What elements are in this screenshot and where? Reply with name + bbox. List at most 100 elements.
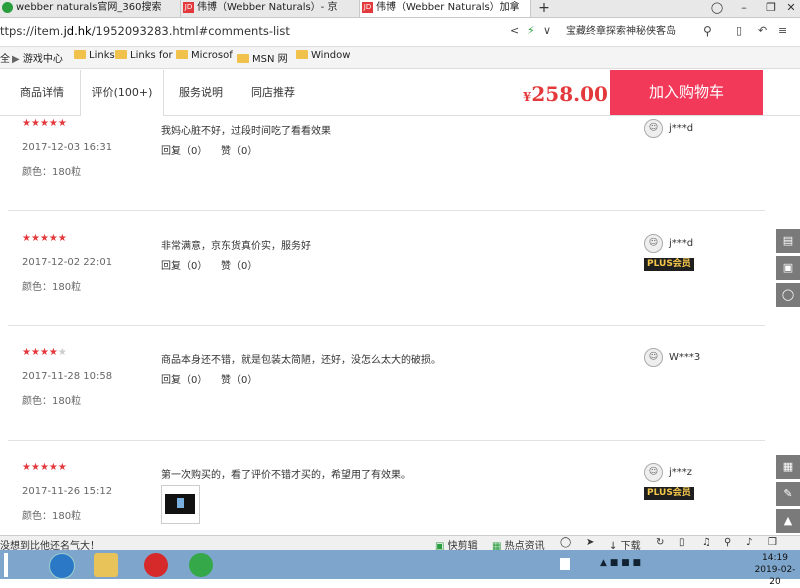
like-button[interactable]: 赞（0） [221, 142, 257, 157]
skin-icon[interactable]: ◯ [704, 0, 730, 17]
cursor-icon[interactable]: ➤ [586, 537, 594, 548]
jd-favicon-icon: JD [183, 1, 194, 13]
bookmark-label: 游戏中心 [22, 54, 63, 65]
star-filled-icon: ★ [39, 462, 49, 473]
tab-product-details[interactable]: 商品详情 [8, 70, 76, 115]
product-nav-bar: 商品详情 评价(100+) 服务说明 同店推荐 ¥258.00 加入购物车 [0, 70, 800, 116]
bookmark-windows[interactable]: Window [296, 50, 350, 61]
red-app-icon[interactable] [144, 553, 168, 577]
star-filled-icon: ★ [48, 118, 58, 129]
url-input[interactable]: ttps://item.jd.hk/1952093283.html#commen… [0, 24, 290, 38]
star-filled-icon: ★ [30, 118, 40, 129]
refresh-icon[interactable]: ↻ [656, 537, 664, 548]
user-avatar: ☺ [644, 463, 663, 482]
internet-explorer-icon[interactable] [49, 553, 75, 579]
comment-date: 2017-12-03 16:31 [22, 142, 113, 153]
address-bar: ttps://item.jd.hk/1952093283.html#commen… [0, 18, 800, 47]
clock-time: 14:19 [762, 553, 788, 563]
star-filled-icon: ★ [30, 462, 40, 473]
folder-icon [74, 50, 86, 59]
browser-tab-1[interactable]: webber naturals官网_360搜索 [0, 0, 181, 17]
trash-icon[interactable]: ▯ [679, 537, 685, 548]
share-icon[interactable]: < [510, 24, 519, 37]
feedback-icon[interactable]: ▤ [776, 229, 800, 253]
tab-reviews[interactable]: 评价(100+) [80, 70, 164, 116]
clock-date: 2019-02-20 [754, 565, 796, 587]
tab-service[interactable]: 服务说明 [168, 70, 234, 115]
product-attribute: 颜色：180粒 [22, 511, 82, 522]
product-attribute: 颜色：180粒 [22, 282, 82, 293]
bookmark-apps[interactable]: 全 [0, 50, 10, 65]
chat-icon[interactable]: ◯ [776, 283, 800, 307]
search-input[interactable]: 宝藏终章探索神秘侠客岛 [566, 23, 712, 40]
lightning-icon[interactable]: ⚡ [527, 24, 535, 37]
folder-icon [296, 50, 308, 59]
file-explorer-icon[interactable] [94, 553, 118, 577]
like-button[interactable]: 赞（0） [221, 371, 257, 386]
add-to-cart-button[interactable]: 加入购物车 [610, 70, 763, 115]
rating-stars: ★★★★★ [22, 347, 67, 358]
mute-icon[interactable]: ♫ [702, 537, 711, 548]
bookmark-label: Window [311, 50, 351, 61]
ticket-icon[interactable]: ▣ [776, 256, 800, 280]
system-clock[interactable]: 14:19 2019-02-20 [752, 552, 798, 588]
reply-button[interactable]: 回复（0） [161, 257, 207, 272]
review-photo-thumbnail[interactable] [161, 485, 200, 524]
comment-item: ★★★★★ 2017-11-28 10:58 颜色：180粒 商品本身还不错，就… [0, 326, 765, 441]
fullscreen-icon[interactable]: ❒ [768, 537, 777, 548]
star-filled-icon: ★ [48, 347, 58, 358]
url-path: /1952093283.html#comments-list [91, 24, 290, 38]
user-avatar: ☺ [644, 348, 663, 367]
minimize-icon[interactable]: – [731, 0, 757, 17]
like-button[interactable]: 赞（0） [221, 257, 257, 272]
sound-icon[interactable]: ♪ [746, 537, 752, 548]
plus-member-badge: PLUS会员 [644, 487, 694, 500]
bookmark-game-center[interactable]: ▶ 游戏中心 [12, 50, 63, 65]
star-filled-icon: ★ [57, 233, 67, 244]
tab-store-recommend[interactable]: 同店推荐 [238, 70, 308, 115]
reply-button[interactable]: 回复（0） [161, 142, 207, 157]
browser-status-bar: 没想到比他还名气大！ ▣ 快剪辑 ▦ 热点资讯 ◯ ➤ ↓ 下载 ↻ ▯ ♫ ⚲… [0, 535, 800, 552]
chevron-down-icon[interactable]: ∨ [543, 24, 551, 37]
product-attribute: 颜色：180粒 [22, 396, 82, 407]
tab-title: 伟博（Webber Naturals）加拿 [376, 2, 520, 13]
phone-icon[interactable]: ▯ [736, 24, 742, 37]
bookmark-links[interactable]: Links [74, 50, 115, 61]
url-domain: jd.hk [63, 24, 92, 38]
search-icon[interactable]: ⚲ [703, 24, 712, 38]
star-filled-icon: ★ [39, 118, 49, 129]
star-filled-icon: ★ [22, 347, 31, 358]
price-value: 258.00 [531, 82, 608, 106]
undo-icon[interactable]: ↶ [758, 24, 767, 37]
browser-tab-2[interactable]: JD 伟博（Webber Naturals）- 京 [181, 0, 360, 17]
browser-360-icon[interactable] [189, 553, 213, 577]
windows-taskbar: ▲ ■ ■ ■ 14:19 2019-02-20 [0, 550, 800, 587]
star-filled-icon: ★ [57, 118, 67, 129]
bookmark-links-for[interactable]: Links for [115, 50, 173, 61]
reply-button[interactable]: 回复（0） [161, 371, 207, 386]
close-icon[interactable]: ✕ [782, 0, 800, 17]
grid-icon[interactable]: ▦ [776, 455, 800, 479]
star-filled-icon: ★ [22, 462, 31, 473]
edit-icon[interactable]: ✎ [776, 482, 800, 506]
star-filled-icon: ★ [39, 347, 49, 358]
start-button[interactable] [4, 553, 8, 577]
rating-stars: ★★★★★ [22, 462, 67, 473]
user-name: j***d [669, 123, 694, 134]
search-favicon-icon [2, 1, 13, 13]
browser-tab-3-active[interactable]: JD 伟博（Webber Naturals）加拿 [360, 0, 531, 17]
zoom-icon[interactable]: ⚲ [724, 537, 731, 548]
url-prefix: ttps://item. [0, 24, 64, 38]
star-filled-icon: ★ [48, 233, 58, 244]
new-tab-button[interactable]: + [531, 0, 557, 17]
input-method-icon[interactable] [560, 558, 570, 570]
restore-icon[interactable]: ❐ [758, 0, 784, 17]
speed-icon[interactable]: ◯ [560, 537, 571, 548]
bookmark-msn[interactable]: MSN 网 [237, 50, 288, 65]
user-name: j***z [669, 467, 693, 478]
bookmark-microsoft[interactable]: Microsof [176, 50, 233, 61]
menu-icon[interactable]: ≡ [778, 24, 787, 37]
user-avatar: ☺ [644, 234, 663, 253]
tray-icons[interactable]: ▲ ■ ■ ■ [600, 558, 680, 570]
back-to-top-icon[interactable]: ▲ [776, 509, 800, 533]
